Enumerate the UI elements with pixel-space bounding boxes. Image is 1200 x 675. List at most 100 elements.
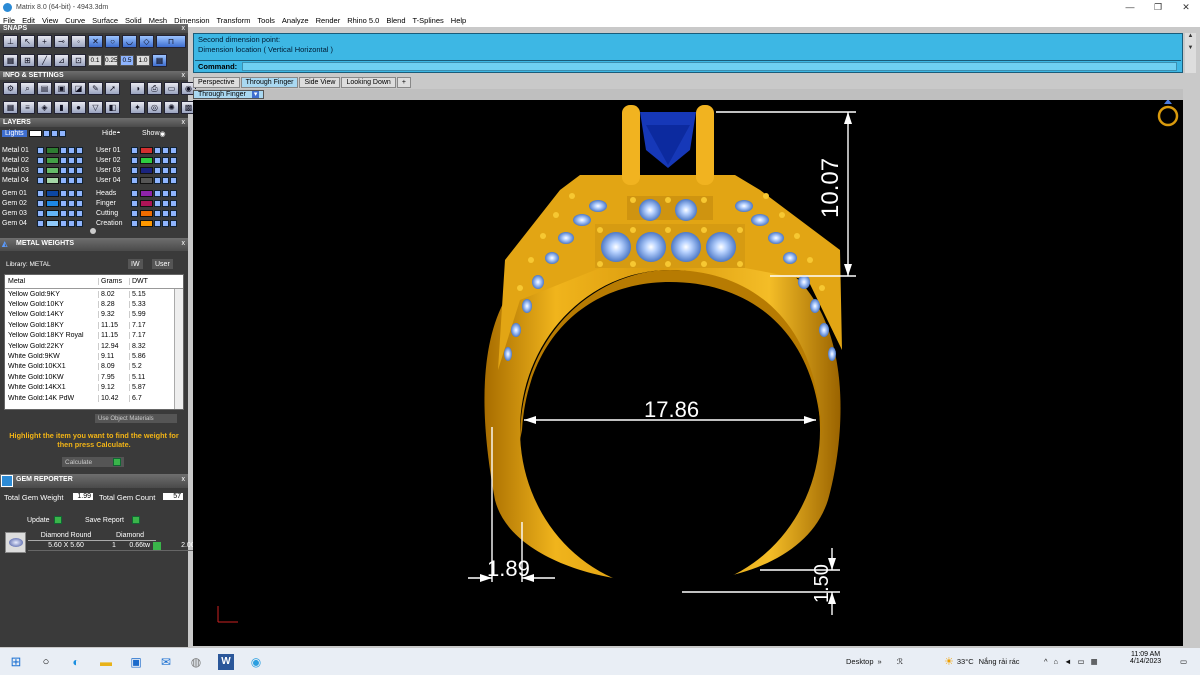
chevron-up-icon[interactable]: ^	[1044, 657, 1048, 666]
tab-perspective[interactable]: Perspective	[193, 77, 240, 88]
update-button[interactable]: Update	[24, 515, 65, 525]
layer-row-metal-03[interactable]: Metal 03	[2, 166, 83, 175]
layer-row-user-01[interactable]: User 01	[96, 146, 177, 155]
tab-side-view[interactable]: Side View	[299, 77, 341, 88]
layer-select-icon[interactable]	[68, 190, 75, 197]
layer-visibility-icon[interactable]	[37, 157, 44, 164]
metal-table-scrollbar[interactable]	[174, 289, 183, 409]
gem-row[interactable]: 5.60 X 5.60 1 0.66tw	[28, 541, 161, 551]
layer-select-icon[interactable]	[162, 157, 169, 164]
metal-row[interactable]: Yellow Gold:18KY Royal 11.15 7.17	[5, 331, 183, 341]
layer-visibility-icon[interactable]	[131, 190, 138, 197]
ortho-icon[interactable]: ⊞	[20, 54, 35, 67]
layer-select-icon[interactable]	[68, 210, 75, 217]
layer-row-gem-01[interactable]: Gem 01	[2, 189, 83, 198]
palette-icon[interactable]: ◑	[130, 82, 145, 95]
layer-select-icon[interactable]	[68, 167, 75, 174]
light-icon[interactable]: ✦	[130, 101, 145, 114]
environment-icon[interactable]: ✺	[164, 101, 179, 114]
calculate-button[interactable]: Calculate	[62, 457, 124, 467]
store-icon[interactable]: ▣	[128, 654, 144, 670]
metal-row[interactable]: Yellow Gold:22KY 12.94 8.32	[5, 341, 183, 351]
layer-current-icon[interactable]	[76, 177, 83, 184]
box-icon[interactable]: ▣	[54, 82, 69, 95]
material-icon[interactable]: ◧	[105, 101, 120, 114]
tab-looking-down[interactable]: Looking Down	[341, 77, 396, 88]
layer-row-metal-01[interactable]: Metal 01	[2, 146, 83, 155]
layer-lock-icon[interactable]	[60, 177, 67, 184]
snap-end-icon[interactable]: ⊥	[3, 35, 18, 48]
layer-row-heads[interactable]: Heads	[96, 189, 177, 198]
metal-column-header[interactable]: Metal	[5, 278, 99, 285]
layer-current-icon[interactable]	[76, 157, 83, 164]
network-icon[interactable]: ⌂	[1054, 657, 1059, 666]
gem-select-button[interactable]	[153, 541, 161, 550]
metal-row[interactable]: Yellow Gold:18KY 11.15 7.17	[5, 320, 183, 330]
metal-row[interactable]: White Gold:10KX1 8.09 5.2	[5, 362, 183, 372]
layer-current-icon[interactable]	[76, 200, 83, 207]
viewport-name-button[interactable]: Through Finger ▾	[193, 90, 265, 99]
snap-value-1[interactable]: 0.25	[104, 55, 118, 66]
layer-lock-icon[interactable]	[60, 147, 67, 154]
layer-visibility-icon[interactable]	[37, 220, 44, 227]
layer-lock-icon[interactable]	[154, 177, 161, 184]
menu-item-rhino-5-0[interactable]: Rhino 5.0	[347, 16, 379, 25]
pen-icon[interactable]: ℛ	[897, 648, 903, 675]
file-explorer-icon[interactable]: ▬	[98, 654, 114, 670]
layer-current-icon[interactable]	[76, 220, 83, 227]
layer-color-swatch[interactable]	[140, 190, 153, 197]
layer-color-swatch[interactable]	[46, 147, 59, 154]
layer-row-metal-04[interactable]: Metal 04	[2, 176, 83, 185]
layer-color-swatch[interactable]	[46, 177, 59, 184]
layer-color-swatch[interactable]	[140, 200, 153, 207]
notification-icon[interactable]: ▭	[1180, 648, 1187, 675]
layer-row-finger[interactable]: Finger	[96, 199, 177, 208]
monitor-icon[interactable]: ▭	[164, 82, 179, 95]
metal-row[interactable]: White Gold:10KW 7.95 5.11	[5, 372, 183, 382]
snap-value-2[interactable]: 0.5	[120, 55, 134, 66]
snap-mid-icon[interactable]: ⊸	[54, 35, 69, 48]
snap-project-icon[interactable]: ⊓	[156, 35, 186, 48]
layer-lock-icon[interactable]	[154, 190, 161, 197]
windows-start-icon[interactable]: ⊞	[8, 654, 24, 670]
command-scrollbar[interactable]: ▲ ▼	[1185, 33, 1196, 73]
layer-row-gem-03[interactable]: Gem 03	[2, 209, 83, 218]
list-view-icon[interactable]: ≡	[20, 101, 35, 114]
layer-lock-icon[interactable]	[60, 167, 67, 174]
print-icon[interactable]: ⎙	[147, 82, 162, 95]
snap-tan-icon[interactable]: ◡	[122, 35, 137, 48]
layer-current-icon[interactable]	[170, 157, 177, 164]
menu-item-blend[interactable]: Blend	[386, 16, 405, 25]
layer-visibility-icon[interactable]	[131, 177, 138, 184]
matrix-taskbar-icon[interactable]: ◉	[248, 654, 264, 670]
layer-current-icon[interactable]	[170, 190, 177, 197]
layer-visibility-icon[interactable]	[131, 220, 138, 227]
layer-row-cutting[interactable]: Cutting	[96, 209, 177, 218]
hide-all-button[interactable]: Hide ◓	[102, 129, 121, 138]
layer-color-swatch[interactable]	[140, 177, 153, 184]
grid-snap-icon[interactable]: ▦	[3, 54, 18, 67]
layer-select-icon[interactable]	[162, 147, 169, 154]
dwt-column-header[interactable]: DWT	[130, 278, 166, 285]
mail-icon[interactable]: ✉	[158, 654, 174, 670]
layer-visibility-icon[interactable]	[131, 147, 138, 154]
search-icon[interactable]: ⌕	[20, 82, 35, 95]
layer-visibility-icon[interactable]	[37, 177, 44, 184]
snap-perp-icon[interactable]: ○	[105, 35, 120, 48]
snap-center-icon[interactable]: ◦	[71, 35, 86, 48]
layer-row-metal-02[interactable]: Metal 02	[2, 156, 83, 165]
layer-visibility-icon[interactable]	[37, 210, 44, 217]
layer-color-swatch[interactable]	[46, 157, 59, 164]
layer-current-icon[interactable]	[170, 147, 177, 154]
snap-near-icon[interactable]: ↖	[20, 35, 35, 48]
menu-item-analyze[interactable]: Analyze	[282, 16, 309, 25]
layer-select-icon[interactable]	[162, 220, 169, 227]
layer-select-icon[interactable]	[68, 177, 75, 184]
layer-current-icon[interactable]	[76, 147, 83, 154]
show-all-button[interactable]: Show ◉	[142, 129, 166, 138]
edit-icon[interactable]: ✎	[88, 82, 103, 95]
viewport-through-finger[interactable]: 10.07 17.86 1.89 1.50	[193, 100, 1183, 646]
user-toggle[interactable]: User	[152, 259, 173, 269]
menu-item-help[interactable]: Help	[451, 16, 466, 25]
edge-icon[interactable]: ◐	[68, 654, 84, 670]
